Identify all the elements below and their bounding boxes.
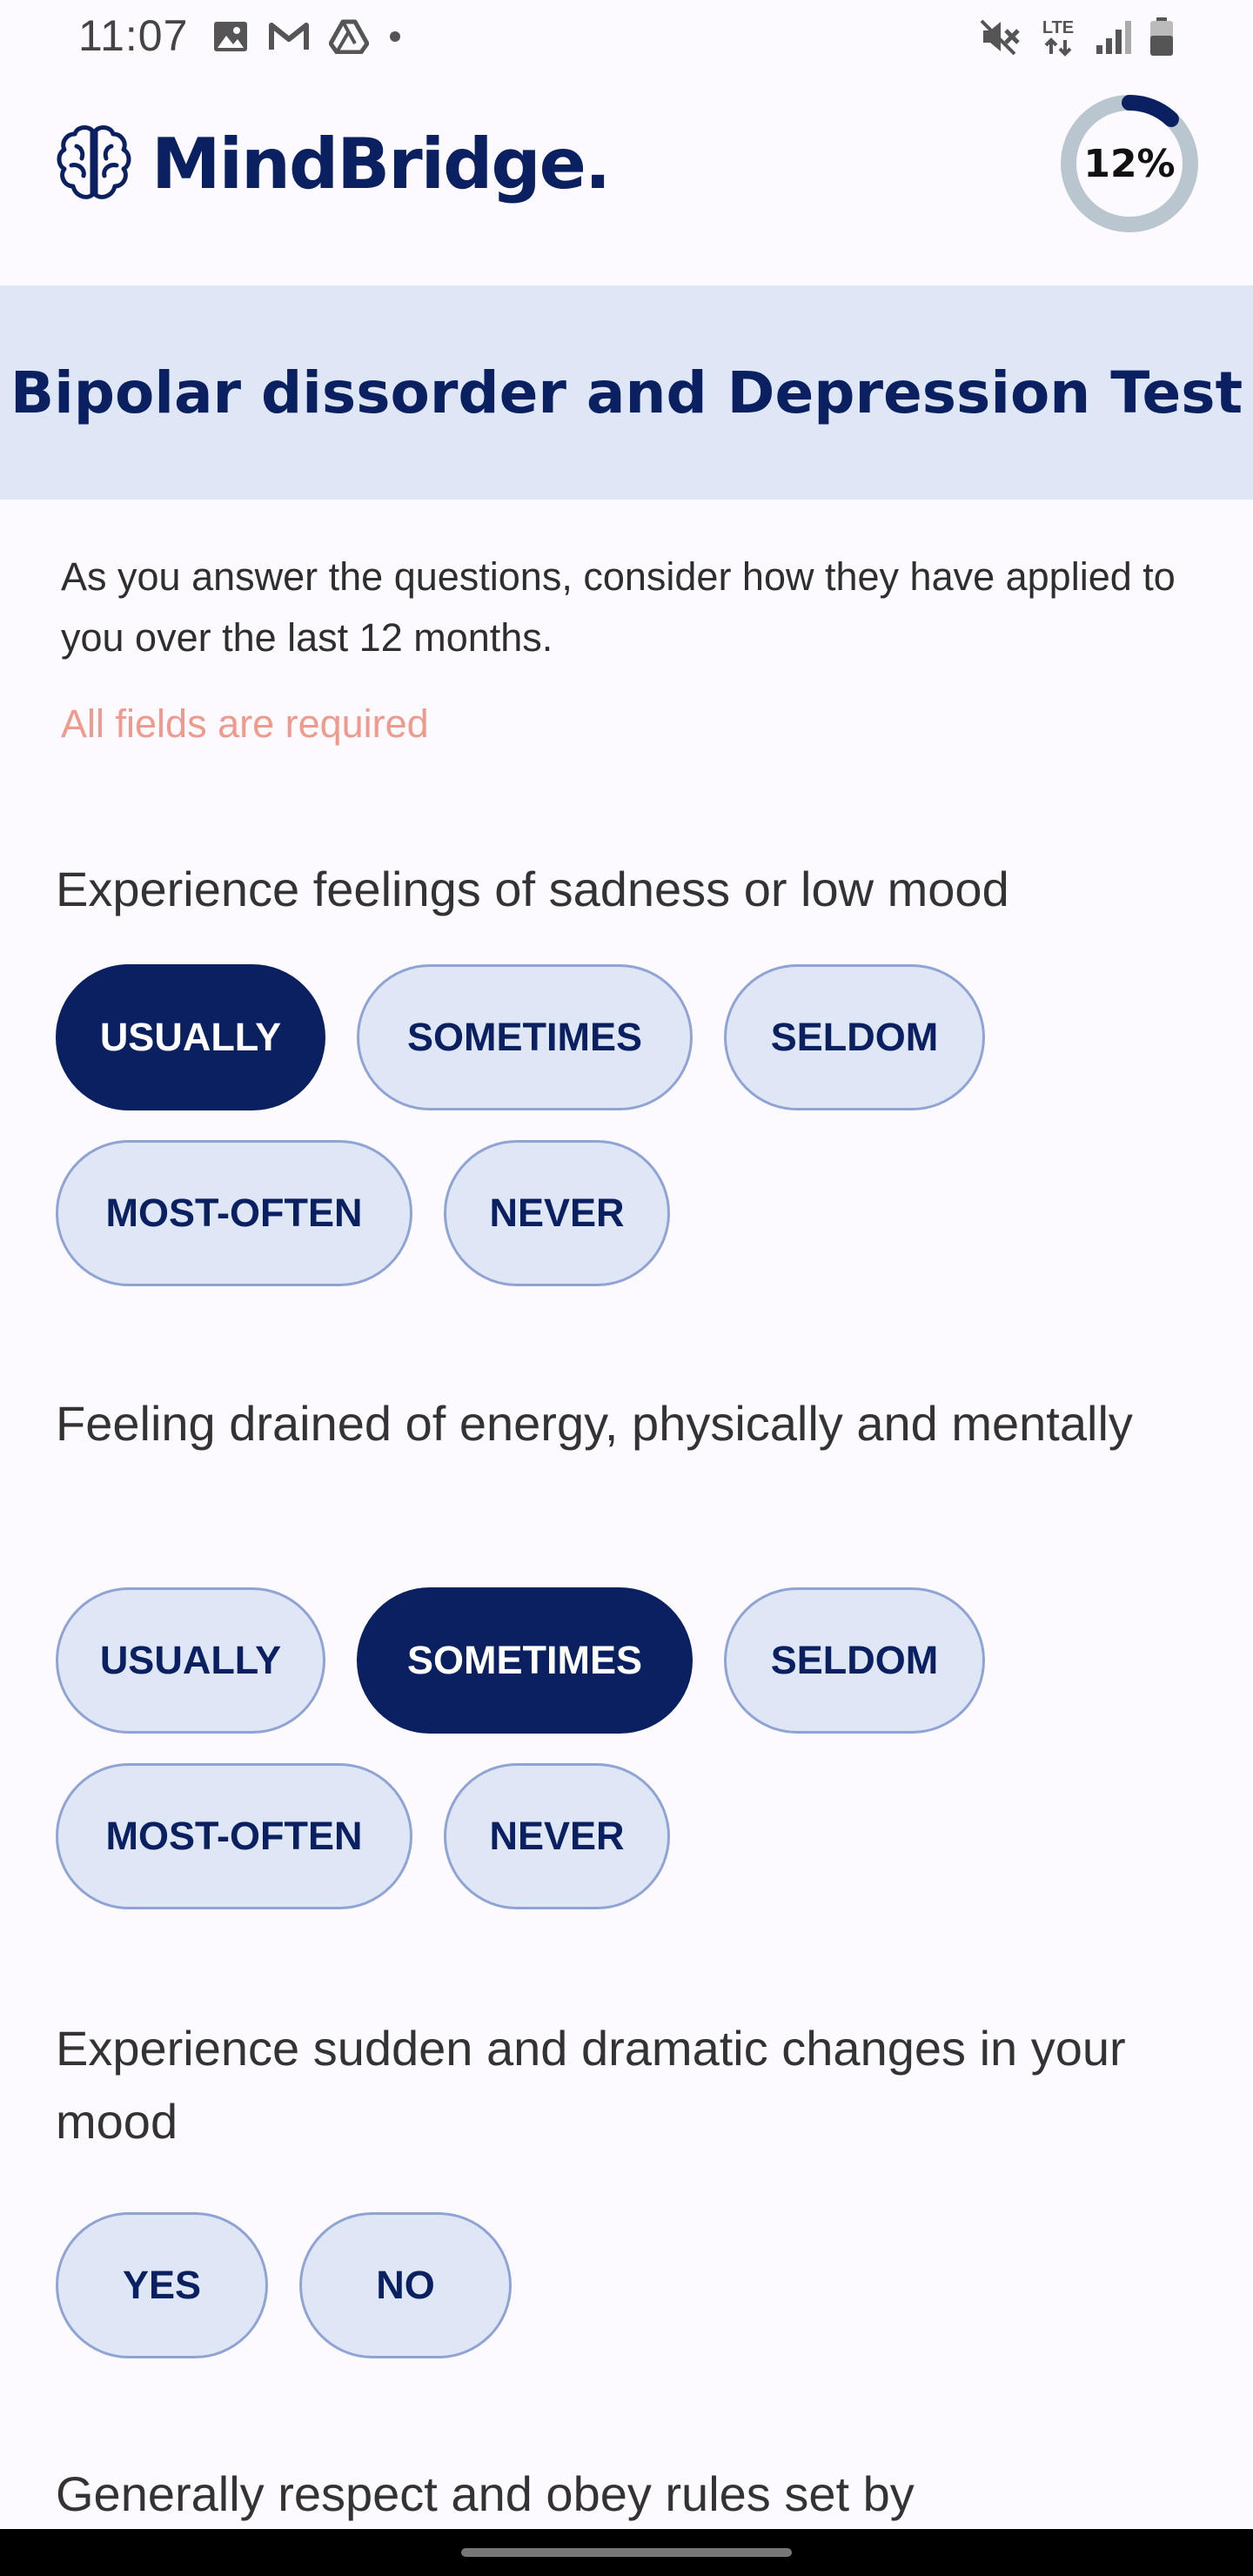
question-4: Generally respect and obey rules set by (0, 2463, 1253, 2529)
progress-indicator: 12% (1058, 92, 1201, 235)
app-header: MindBridge. 12% (0, 77, 1253, 285)
option-never[interactable]: NEVER (444, 1763, 670, 1909)
image-icon (214, 22, 247, 51)
status-system-icons: LTE (980, 16, 1175, 57)
question-text: Experience feelings of sadness or low mo… (56, 862, 1009, 916)
option-sometimes[interactable]: SOMETIMES (357, 964, 693, 1110)
home-gesture-handle[interactable] (461, 2548, 792, 2557)
page-title: Bipolar dissorder and Depression Test (10, 359, 1243, 426)
option-usually[interactable]: USUALLY (56, 1587, 325, 1734)
mute-icon (980, 19, 1020, 56)
title-banner: Bipolar dissorder and Depression Test (0, 285, 1253, 500)
option-never[interactable]: NEVER (444, 1140, 670, 1286)
dot-icon (390, 31, 400, 42)
screen: 11:07 LTE MindBridge. 12% Bipolar dissor… (0, 0, 1253, 2576)
question-text: Experience sudden and dramatic changes i… (56, 2021, 1126, 2149)
signal-icon (1096, 21, 1131, 54)
required-note: All fields are required (61, 701, 429, 746)
status-bar: 11:07 LTE (0, 0, 1253, 77)
option-most-often[interactable]: MOST-OFTEN (56, 1763, 412, 1909)
option-most-often[interactable]: MOST-OFTEN (56, 1140, 412, 1286)
intro-text: As you answer the questions, consider ho… (61, 554, 1176, 660)
option-usually[interactable]: USUALLY (56, 964, 325, 1110)
progress-percent: 12% (1083, 141, 1176, 186)
option-yes[interactable]: YES (56, 2212, 268, 2358)
brain-icon (57, 125, 131, 199)
question-1: Experience feelings of sadness or low mo… (0, 835, 1253, 1305)
brand-logo[interactable]: MindBridge. (52, 122, 611, 205)
status-time: 11:07 (78, 11, 189, 60)
drive-icon (329, 19, 369, 54)
brand-name: MindBridge. (151, 123, 611, 205)
option-no[interactable]: NO (299, 2212, 512, 2358)
battery-icon (1150, 17, 1173, 56)
question-text: Feeling drained of energy, physically an… (56, 1396, 1133, 1451)
question-text: Generally respect and obey rules set by (56, 2466, 915, 2521)
status-notification-icons (212, 19, 402, 54)
option-seldom[interactable]: SELDOM (724, 964, 985, 1110)
gmail-icon (269, 23, 309, 50)
question-3: Experience sudden and dramatic changes i… (0, 2012, 1253, 2378)
option-seldom[interactable]: SELDOM (724, 1587, 985, 1734)
option-sometimes[interactable]: SOMETIMES (357, 1587, 693, 1734)
lte-icon: LTE (1042, 18, 1074, 57)
lte-label: LTE (1042, 18, 1074, 37)
question-2: Feeling drained of energy, physically an… (0, 1387, 1253, 1927)
